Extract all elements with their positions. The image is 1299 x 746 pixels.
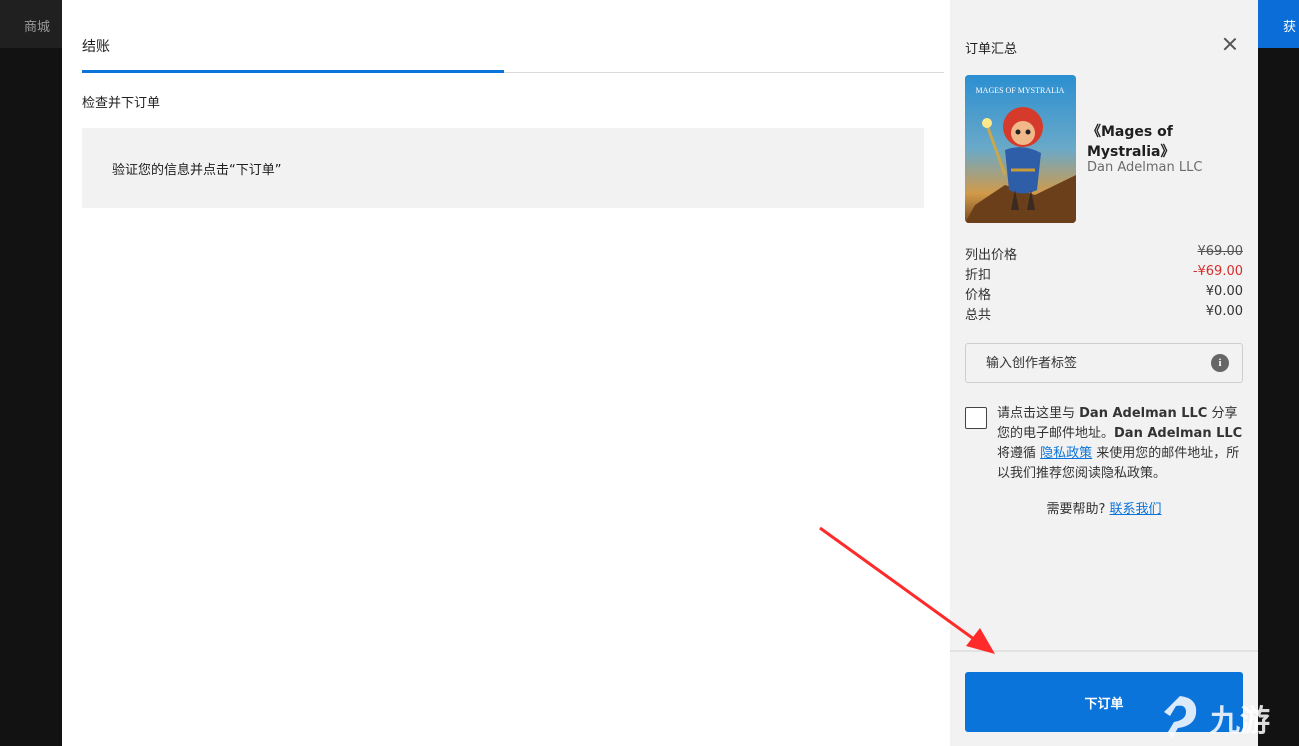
price-value: ¥0.00 (1205, 284, 1243, 299)
contact-us-link[interactable]: 联系我们 (1110, 502, 1162, 517)
game-cover-image: MAGES OF MYSTRALIA (965, 75, 1076, 223)
consent-text: 将遵循 (997, 446, 1041, 461)
price-value: ¥69.00 (1197, 244, 1244, 259)
price-row-discount: 折扣 -¥69.00 (965, 264, 1243, 284)
price-label: 折扣 (965, 268, 992, 283)
game-title: 《Mages of Mystralia》 (1087, 124, 1175, 160)
consent-text: 请点击这里与 (997, 406, 1080, 421)
share-email-checkbox[interactable] (965, 407, 987, 429)
price-label: 价格 (965, 288, 992, 303)
close-icon[interactable] (1220, 34, 1240, 54)
store-nav-label[interactable]: 商城 (24, 16, 50, 35)
price-row-price: 价格 ¥0.00 (965, 284, 1243, 304)
help-text: 需要帮助? (1046, 502, 1106, 517)
checkout-main-panel: 结账 检查并下订单 验证您的信息并点击“下订单” (62, 0, 950, 746)
checkout-modal: 结账 检查并下订单 验证您的信息并点击“下订单” 订单汇总 MAGES OF M… (62, 0, 1258, 746)
panel-divider (950, 650, 1258, 652)
share-email-consent-text: 请点击这里与 Dan Adelman LLC 分享您的电子邮件地址。Dan Ad… (997, 404, 1245, 484)
price-value: ¥0.00 (1205, 304, 1243, 319)
price-row-list: 列出价格 ¥69.00 (965, 244, 1243, 264)
info-icon[interactable]: i (1211, 354, 1229, 372)
price-label: 列出价格 (965, 248, 1018, 263)
section-title: 检查并下订单 (82, 96, 161, 111)
price-label: 总共 (965, 308, 992, 323)
creator-tag-field: i (965, 343, 1243, 383)
tab-checkout[interactable]: 结账 (82, 36, 110, 56)
info-box: 验证您的信息并点击“下订单” (82, 128, 924, 208)
price-value: -¥69.00 (1192, 264, 1243, 279)
info-text: 验证您的信息并点击“下订单” (112, 163, 282, 178)
creator-tag-input[interactable] (966, 344, 1206, 382)
summary-title: 订单汇总 (965, 42, 1018, 57)
privacy-policy-link[interactable]: 隐私政策 (1040, 446, 1092, 461)
help-line: 需要帮助? 联系我们 (950, 498, 1258, 517)
tab-progress-indicator (82, 70, 504, 73)
game-publisher: Dan Adelman LLC (1087, 160, 1203, 175)
price-row-total: 总共 ¥0.00 (965, 304, 1243, 324)
get-button[interactable]: 获 (1258, 0, 1299, 48)
cover-title-text: MAGES OF MYSTRALIA (976, 86, 1065, 95)
order-summary-panel: 订单汇总 MAGES OF MYSTRALIA 《Mages of Mystra… (950, 0, 1258, 746)
consent-company: Dan Adelman LLC (1114, 426, 1243, 441)
consent-company: Dan Adelman LLC (1079, 406, 1208, 421)
place-order-button[interactable]: 下订单 (965, 672, 1243, 732)
